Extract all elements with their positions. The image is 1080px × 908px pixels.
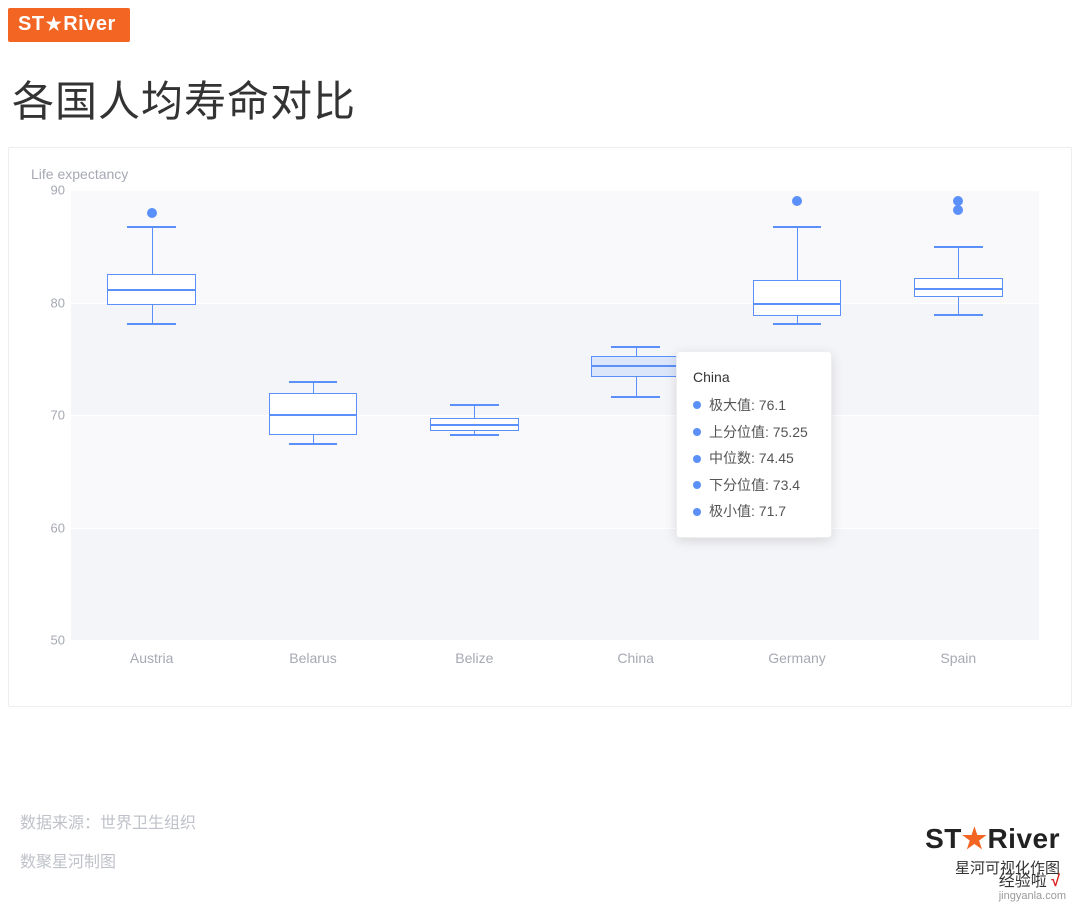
dot-icon: [693, 428, 701, 436]
plot-wrap: 5060708090 AustriaBelarusBelizeChinaGerm…: [31, 190, 1049, 670]
footer-left: 数据来源：世界卫生组织 数聚星河制图: [20, 805, 196, 882]
tooltip-row: 中位数: 74.45: [693, 445, 815, 472]
brand-logo: ST★River: [8, 8, 130, 42]
maker-line: 数聚星河制图: [20, 844, 196, 882]
y-tick-label: 90: [31, 183, 65, 198]
tooltip-row: 上分位值: 75.25: [693, 419, 815, 446]
dot-icon: [693, 481, 701, 489]
x-tick-label: Austria: [71, 644, 232, 670]
tooltip: China 极大值: 76.1上分位值: 75.25中位数: 74.45下分位值…: [676, 351, 832, 539]
watermark: 经验啦 √ jingyanla.com: [999, 867, 1066, 902]
brand-logo-text: ST★River: [18, 13, 116, 36]
y-axis-label: Life expectancy: [31, 166, 1049, 182]
x-tick-label: Germany: [716, 644, 877, 670]
y-tick-label: 50: [31, 633, 65, 648]
outlier-point[interactable]: [147, 208, 157, 218]
plot-area[interactable]: [71, 190, 1039, 640]
x-axis: AustriaBelarusBelizeChinaGermanySpain: [71, 644, 1039, 670]
x-tick-label: Belize: [394, 644, 555, 670]
tooltip-row: 极小值: 71.7: [693, 498, 815, 525]
outlier-point[interactable]: [792, 196, 802, 206]
page-title: 各国人均寿命对比: [12, 68, 1072, 129]
dot-icon: [693, 401, 701, 409]
y-tick-label: 80: [31, 295, 65, 310]
dot-icon: [693, 455, 701, 463]
chart-card: Life expectancy 50 60 70 80 90 AustriaBelaru…: [8, 147, 1072, 707]
outlier-point[interactable]: [953, 205, 963, 215]
x-tick-label: Belarus: [232, 644, 393, 670]
y-tick-label: 60: [31, 520, 65, 535]
outlier-point[interactable]: [953, 196, 963, 206]
y-tick-label: 70: [31, 408, 65, 423]
source-line: 数据来源：世界卫生组织: [20, 805, 196, 843]
x-tick-label: Spain: [878, 644, 1039, 670]
tooltip-row: 极大值: 76.1: [693, 392, 815, 419]
footer-brand-logo: ST★River: [925, 822, 1060, 855]
x-tick-label: China: [555, 644, 716, 670]
dot-icon: [693, 508, 701, 516]
tooltip-title: China: [693, 364, 815, 391]
tooltip-row: 下分位值: 73.4: [693, 472, 815, 499]
box-germany[interactable]: [753, 280, 842, 316]
